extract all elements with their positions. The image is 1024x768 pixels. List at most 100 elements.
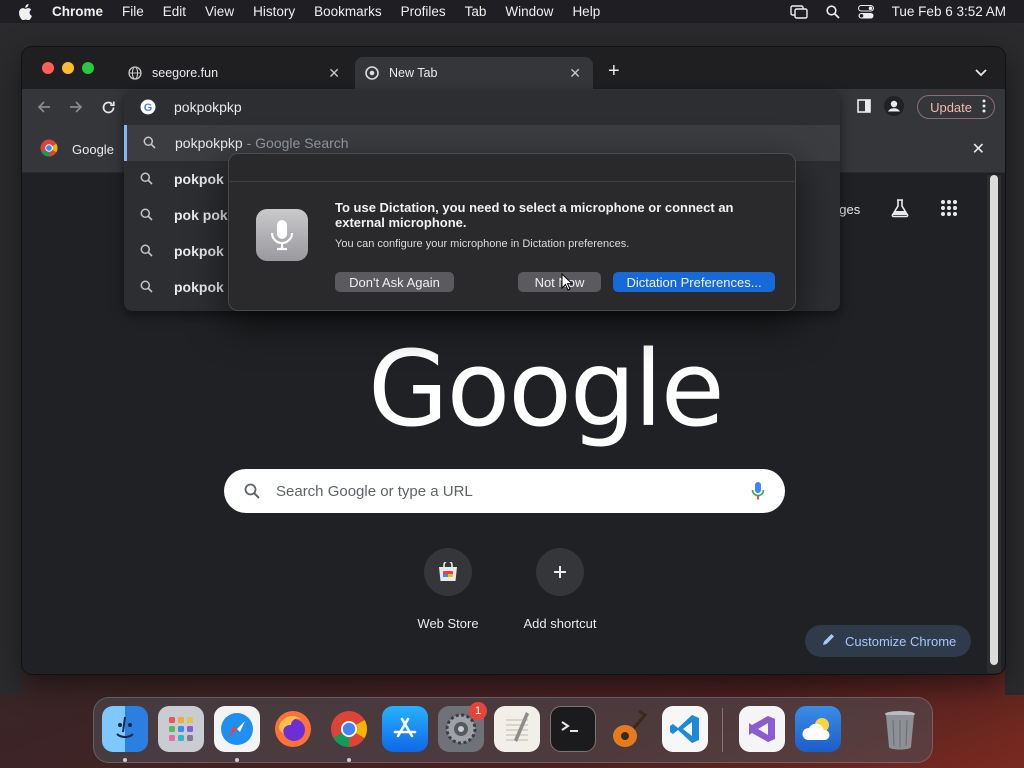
more-vertical-icon xyxy=(982,99,986,116)
menu-window[interactable]: Window xyxy=(505,4,553,19)
bookmark-google[interactable]: Google xyxy=(40,139,114,160)
safari-icon[interactable] xyxy=(214,706,260,752)
menu-bar: Chrome File Edit View History Bookmarks … xyxy=(0,0,1024,23)
menu-file[interactable]: File xyxy=(122,4,144,19)
update-label: Update xyxy=(930,99,972,115)
close-icon[interactable]: ✕ xyxy=(972,139,985,159)
mouse-cursor-icon xyxy=(561,272,574,294)
suggestion-text: pok pok xyxy=(174,207,228,223)
chrome-dock-icon[interactable] xyxy=(326,706,372,752)
close-window-button[interactable] xyxy=(42,62,54,74)
shortcut-label: Add shortcut xyxy=(523,616,597,631)
spotlight-search-icon[interactable] xyxy=(826,4,840,19)
profile-avatar-icon[interactable] xyxy=(883,95,905,120)
omnibox-input[interactable]: G pokpokpkp xyxy=(124,90,840,124)
customize-label: Customize Chrome xyxy=(845,633,957,649)
running-indicator xyxy=(235,758,239,762)
shortcut-label: Web Store xyxy=(417,616,479,631)
search-icon xyxy=(140,244,153,260)
garageband-icon[interactable] xyxy=(606,706,652,752)
scrollbar-thumb[interactable] xyxy=(990,175,998,665)
textedit-icon[interactable] xyxy=(494,706,540,752)
search-icon xyxy=(140,172,153,188)
apps-grid-icon[interactable] xyxy=(940,199,958,220)
close-tab-icon[interactable]: ✕ xyxy=(328,65,340,82)
update-button[interactable]: Update xyxy=(917,95,995,119)
voice-search-mic-icon[interactable] xyxy=(751,481,765,504)
shortcut-web-store[interactable]: Web Store xyxy=(393,548,503,631)
tab-seegore[interactable]: seegore.fun ✕ xyxy=(118,57,352,89)
tab-title: seegore.fun xyxy=(152,66,219,80)
terminal-icon[interactable] xyxy=(550,706,596,752)
suggestion-text: pokpok xyxy=(174,243,224,259)
reload-icon[interactable] xyxy=(98,97,118,117)
dialog-title: To use Dictation, you need to select a m… xyxy=(335,200,734,230)
dont-ask-again-button[interactable]: Don't Ask Again xyxy=(335,272,454,292)
microphone-icon xyxy=(256,209,308,261)
menubar-clock[interactable]: Tue Feb 6 3:52 AM xyxy=(892,4,1006,19)
forward-arrow-icon[interactable] xyxy=(66,97,86,117)
suggestion-text: pokpok xyxy=(174,279,224,295)
bookmark-label: Google xyxy=(72,142,114,157)
app-store-icon[interactable] xyxy=(382,706,428,752)
not-now-button[interactable]: Not Now xyxy=(518,272,601,292)
dock xyxy=(93,697,933,763)
chrome-icon xyxy=(365,66,379,80)
customize-chrome-button[interactable]: Customize Chrome xyxy=(805,625,971,657)
page-top-links: ages xyxy=(832,198,958,221)
background-window-edge xyxy=(0,23,22,695)
control-center-icon[interactable] xyxy=(857,4,874,19)
dictation-preferences-button[interactable]: Dictation Preferences... xyxy=(613,272,775,292)
side-panel-icon[interactable] xyxy=(857,98,871,116)
web-store-icon xyxy=(424,548,472,596)
menu-profiles[interactable]: Profiles xyxy=(401,4,446,19)
plus-icon xyxy=(536,548,584,596)
menu-bookmarks[interactable]: Bookmarks xyxy=(314,4,382,19)
menu-view[interactable]: View xyxy=(205,4,234,19)
weather-icon[interactable] xyxy=(795,706,841,752)
search-icon xyxy=(244,483,260,502)
tab-search-chevron-icon[interactable] xyxy=(975,65,987,80)
screen-mirroring-icon[interactable] xyxy=(789,4,808,19)
tab-new-tab[interactable]: New Tab ✕ xyxy=(355,57,593,89)
page-scrollbar[interactable] xyxy=(987,175,1001,673)
omnibox-text: pokpokpkp xyxy=(174,99,242,115)
menu-help[interactable]: Help xyxy=(572,4,600,19)
running-indicator xyxy=(347,758,351,762)
menu-tab[interactable]: Tab xyxy=(465,4,487,19)
pencil-icon xyxy=(821,633,835,650)
launchpad-icon[interactable] xyxy=(158,706,204,752)
close-tab-icon[interactable]: ✕ xyxy=(569,65,581,82)
apple-menu-icon[interactable] xyxy=(18,3,38,20)
firefox-icon[interactable] xyxy=(270,706,316,752)
suggestion-text: pokpok xyxy=(174,171,224,187)
dock-separator xyxy=(722,708,723,752)
trash-icon[interactable] xyxy=(877,706,923,752)
tab-strip: seegore.fun ✕ New Tab ✕ + xyxy=(22,47,1005,89)
tab-title: New Tab xyxy=(389,66,438,80)
svg-text:G: G xyxy=(144,102,153,114)
search-icon xyxy=(140,208,153,224)
shortcut-add[interactable]: Add shortcut xyxy=(505,548,615,631)
google-search-box[interactable]: Search Google or type a URL xyxy=(224,469,785,513)
background-window-edge xyxy=(1005,23,1024,695)
google-logo: Google xyxy=(368,328,725,450)
menu-edit[interactable]: Edit xyxy=(163,4,186,19)
visual-studio-icon[interactable] xyxy=(739,706,785,752)
menu-history[interactable]: History xyxy=(253,4,295,19)
vscode-icon[interactable] xyxy=(662,706,708,752)
dialog-title-bar xyxy=(229,154,795,182)
dictation-dialog: To use Dictation, you need to select a m… xyxy=(228,153,796,311)
finder-icon[interactable] xyxy=(102,706,148,752)
labs-flask-icon[interactable] xyxy=(890,198,910,221)
menu-chrome[interactable]: Chrome xyxy=(52,4,103,19)
minimize-window-button[interactable] xyxy=(62,62,74,74)
zoom-window-button[interactable] xyxy=(82,62,94,74)
back-arrow-icon[interactable] xyxy=(34,97,54,117)
dialog-subtitle: You can configure your microphone in Dic… xyxy=(335,238,630,250)
globe-icon xyxy=(128,66,142,80)
search-icon xyxy=(140,280,153,296)
new-tab-plus-icon[interactable]: + xyxy=(608,61,620,81)
search-placeholder: Search Google or type a URL xyxy=(276,483,473,500)
search-icon xyxy=(143,136,156,152)
